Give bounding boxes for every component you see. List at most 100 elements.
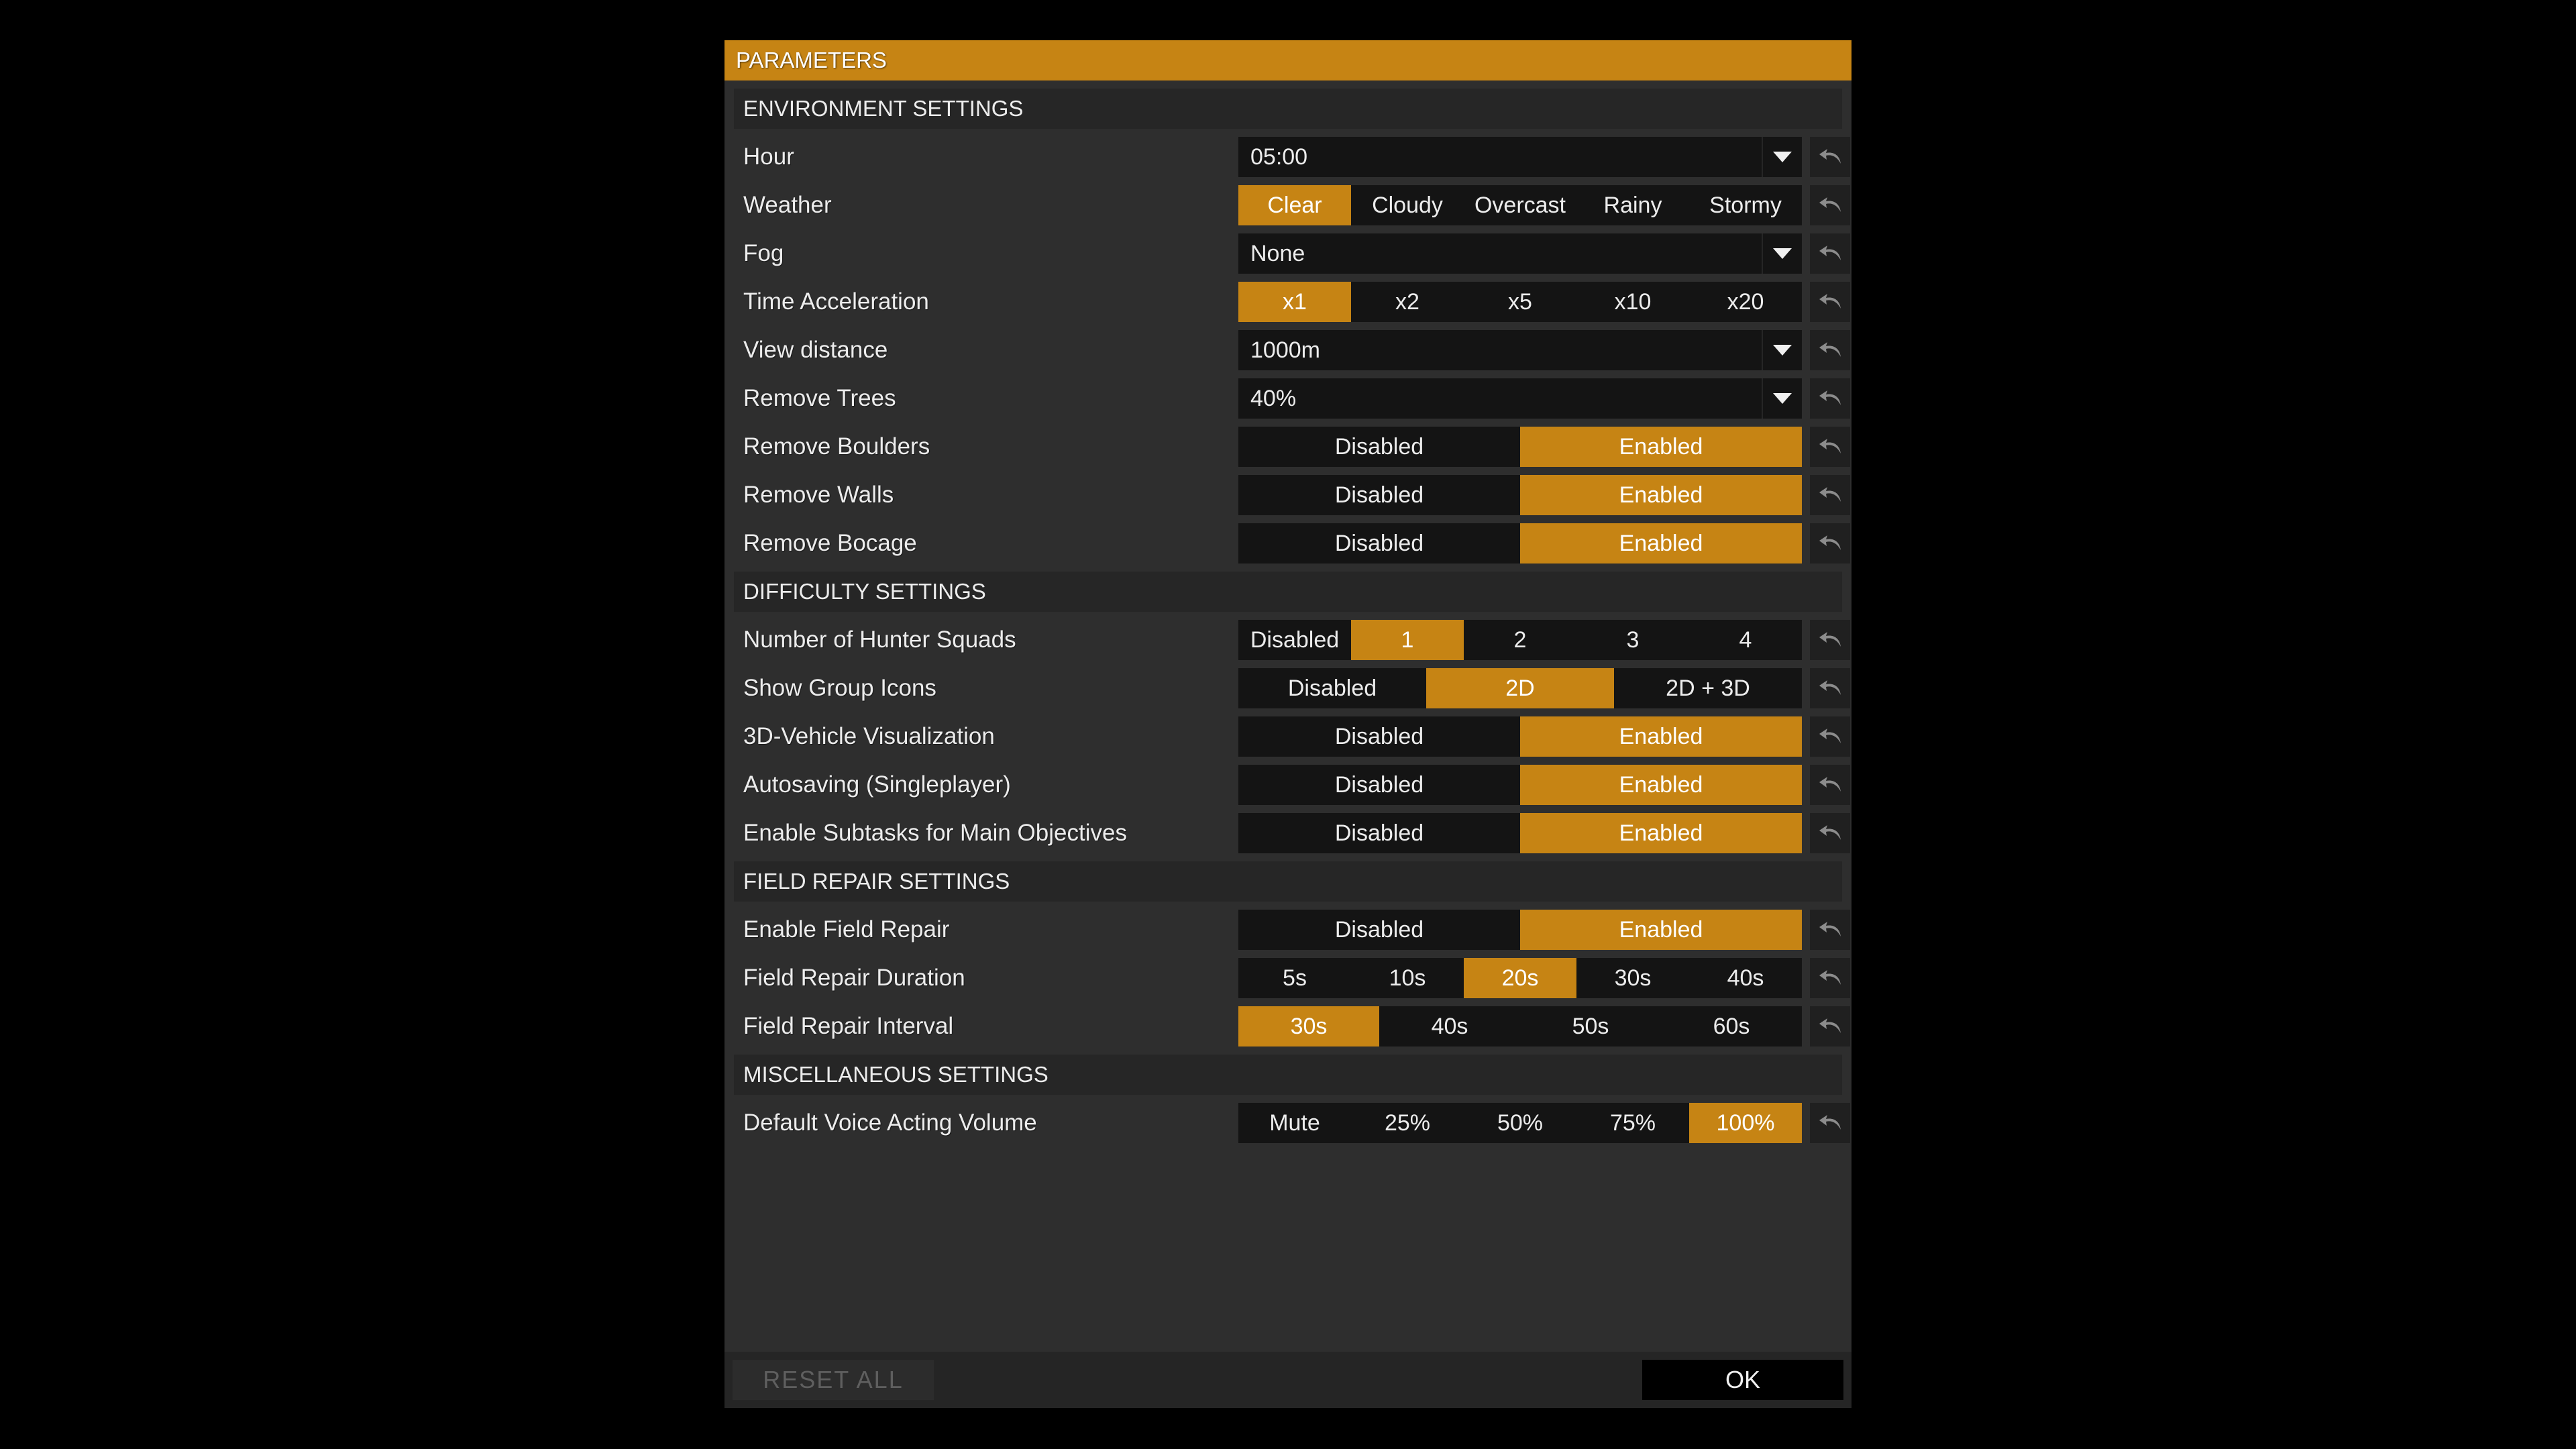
setting-label-enable-field-repair: Enable Field Repair [743, 916, 950, 943]
reset-icon[interactable] [1810, 523, 1850, 564]
chevron-down-icon[interactable] [1762, 233, 1802, 274]
number-of-hunter-squads-option-4[interactable]: 4 [1689, 620, 1802, 660]
setting-label-autosaving-singleplayer: Autosaving (Singleplayer) [743, 771, 1011, 798]
3d-vehicle-visualization-option-enabled[interactable]: Enabled [1520, 716, 1802, 757]
time-acceleration-option-x1[interactable]: x1 [1238, 282, 1351, 322]
default-voice-acting-volume-option-100[interactable]: 100% [1689, 1103, 1802, 1143]
reset-icon[interactable] [1810, 1006, 1850, 1046]
reset-icon[interactable] [1810, 427, 1850, 467]
3d-vehicle-visualization-options: Disabled Enabled [1238, 716, 1802, 757]
field-repair-duration-options: 5s 10s 20s 30s 40s [1238, 958, 1802, 998]
enable-field-repair-option-disabled[interactable]: Disabled [1238, 910, 1520, 950]
reset-icon[interactable] [1810, 137, 1850, 177]
weather-option-stormy[interactable]: Stormy [1689, 185, 1802, 225]
setting-label-remove-walls: Remove Walls [743, 482, 894, 508]
field-repair-interval-option-60s[interactable]: 60s [1661, 1006, 1802, 1046]
field-repair-duration-option-20s[interactable]: 20s [1464, 958, 1576, 998]
enable-field-repair-option-enabled[interactable]: Enabled [1520, 910, 1802, 950]
remove-bocage-option-enabled[interactable]: Enabled [1520, 523, 1802, 564]
setting-label-remove-bocage: Remove Bocage [743, 530, 917, 556]
setting-row-enable-subtasks-for-main-objectives: Enable Subtasks for Main Objectives Disab… [734, 813, 1850, 853]
setting-row-remove-trees: Remove Trees 40% [734, 378, 1850, 419]
field-repair-duration-option-30s[interactable]: 30s [1576, 958, 1689, 998]
default-voice-acting-volume-option-75[interactable]: 75% [1576, 1103, 1689, 1143]
chevron-down-icon[interactable] [1762, 378, 1802, 419]
reset-icon[interactable] [1810, 475, 1850, 515]
reset-icon[interactable] [1810, 716, 1850, 757]
reset-icon[interactable] [1810, 910, 1850, 950]
reset-icon[interactable] [1810, 1103, 1850, 1143]
setting-label-view-distance: View distance [743, 337, 888, 363]
view-distance-dropdown[interactable]: 1000m [1238, 330, 1802, 370]
remove-trees-dropdown[interactable]: 40% [1238, 378, 1802, 419]
time-acceleration-option-x5[interactable]: x5 [1464, 282, 1576, 322]
default-voice-acting-volume-option-25[interactable]: 25% [1351, 1103, 1464, 1143]
default-voice-acting-volume-option-mute[interactable]: Mute [1238, 1103, 1351, 1143]
hour-dropdown[interactable]: 05:00 [1238, 137, 1802, 177]
setting-label-default-voice-acting-volume: Default Voice Acting Volume [743, 1110, 1037, 1136]
reset-icon[interactable] [1810, 233, 1850, 274]
setting-label-hour: Hour [743, 144, 794, 170]
field-repair-duration-option-5s[interactable]: 5s [1238, 958, 1351, 998]
field-repair-duration-option-10s[interactable]: 10s [1351, 958, 1464, 998]
reset-icon[interactable] [1810, 958, 1850, 998]
time-acceleration-option-x2[interactable]: x2 [1351, 282, 1464, 322]
remove-boulders-option-disabled[interactable]: Disabled [1238, 427, 1520, 467]
remove-bocage-option-disabled[interactable]: Disabled [1238, 523, 1520, 564]
reset-icon[interactable] [1810, 620, 1850, 660]
fog-dropdown[interactable]: None [1238, 233, 1802, 274]
section-header-miscellaneous-settings: MISCELLANEOUS SETTINGS [734, 1055, 1842, 1095]
ok-button[interactable]: OK [1642, 1360, 1843, 1400]
weather-option-clear[interactable]: Clear [1238, 185, 1351, 225]
autosaving-singleplayer-option-disabled[interactable]: Disabled [1238, 765, 1520, 805]
3d-vehicle-visualization-option-disabled[interactable]: Disabled [1238, 716, 1520, 757]
setting-row-3d-vehicle-visualization: 3D-Vehicle Visualization Disabled Enabled [734, 716, 1850, 757]
enable-subtasks-for-main-objectives-option-enabled[interactable]: Enabled [1520, 813, 1802, 853]
setting-row-show-group-icons: Show Group Icons Disabled 2D 2D + 3D [734, 668, 1850, 708]
remove-walls-option-enabled[interactable]: Enabled [1520, 475, 1802, 515]
default-voice-acting-volume-option-50[interactable]: 50% [1464, 1103, 1576, 1143]
show-group-icons-option-disabled[interactable]: Disabled [1238, 668, 1426, 708]
remove-walls-option-disabled[interactable]: Disabled [1238, 475, 1520, 515]
number-of-hunter-squads-option-3[interactable]: 3 [1576, 620, 1689, 660]
setting-row-remove-boulders: Remove Boulders Disabled Enabled [734, 427, 1850, 467]
setting-label-3d-vehicle-visualization: 3D-Vehicle Visualization [743, 723, 995, 749]
reset-icon[interactable] [1810, 185, 1850, 225]
remove-boulders-option-enabled[interactable]: Enabled [1520, 427, 1802, 467]
field-repair-duration-option-40s[interactable]: 40s [1689, 958, 1802, 998]
time-acceleration-options: x1 x2 x5 x10 x20 [1238, 282, 1802, 322]
number-of-hunter-squads-option-disabled[interactable]: Disabled [1238, 620, 1351, 660]
field-repair-interval-option-40s[interactable]: 40s [1379, 1006, 1520, 1046]
field-repair-interval-option-30s[interactable]: 30s [1238, 1006, 1379, 1046]
remove-boulders-options: Disabled Enabled [1238, 427, 1802, 467]
autosaving-singleplayer-option-enabled[interactable]: Enabled [1520, 765, 1802, 805]
chevron-down-icon[interactable] [1762, 330, 1802, 370]
reset-icon[interactable] [1810, 765, 1850, 805]
setting-label-enable-subtasks-for-main-objectives: Enable Subtasks for Main Objectives [743, 820, 1127, 846]
time-acceleration-option-x20[interactable]: x20 [1689, 282, 1802, 322]
setting-row-weather: Weather Clear Cloudy Overcast Rainy Stormy [734, 185, 1850, 225]
chevron-down-icon[interactable] [1762, 137, 1802, 177]
reset-icon[interactable] [1810, 378, 1850, 419]
weather-option-rainy[interactable]: Rainy [1576, 185, 1689, 225]
reset-icon[interactable] [1810, 282, 1850, 322]
reset-icon[interactable] [1810, 813, 1850, 853]
weather-option-overcast[interactable]: Overcast [1464, 185, 1576, 225]
weather-option-cloudy[interactable]: Cloudy [1351, 185, 1464, 225]
number-of-hunter-squads-option-2[interactable]: 2 [1464, 620, 1576, 660]
number-of-hunter-squads-option-1[interactable]: 1 [1351, 620, 1464, 660]
show-group-icons-option-2d-3d[interactable]: 2D + 3D [1614, 668, 1802, 708]
field-repair-interval-option-50s[interactable]: 50s [1520, 1006, 1661, 1046]
setting-label-time-acceleration: Time Acceleration [743, 288, 929, 315]
show-group-icons-option-2d[interactable]: 2D [1426, 668, 1614, 708]
fog-dropdown-value: None [1250, 241, 1305, 266]
reset-all-button[interactable]: RESET ALL [733, 1360, 934, 1400]
parameters-dialog: PARAMETERS ENVIRONMENT SETTINGS Hour 05:00… [724, 40, 1851, 1408]
setting-label-field-repair-interval: Field Repair Interval [743, 1013, 954, 1039]
time-acceleration-option-x10[interactable]: x10 [1576, 282, 1689, 322]
remove-walls-options: Disabled Enabled [1238, 475, 1802, 515]
view-distance-dropdown-value: 1000m [1250, 337, 1320, 363]
reset-icon[interactable] [1810, 330, 1850, 370]
reset-icon[interactable] [1810, 668, 1850, 708]
enable-subtasks-for-main-objectives-option-disabled[interactable]: Disabled [1238, 813, 1520, 853]
